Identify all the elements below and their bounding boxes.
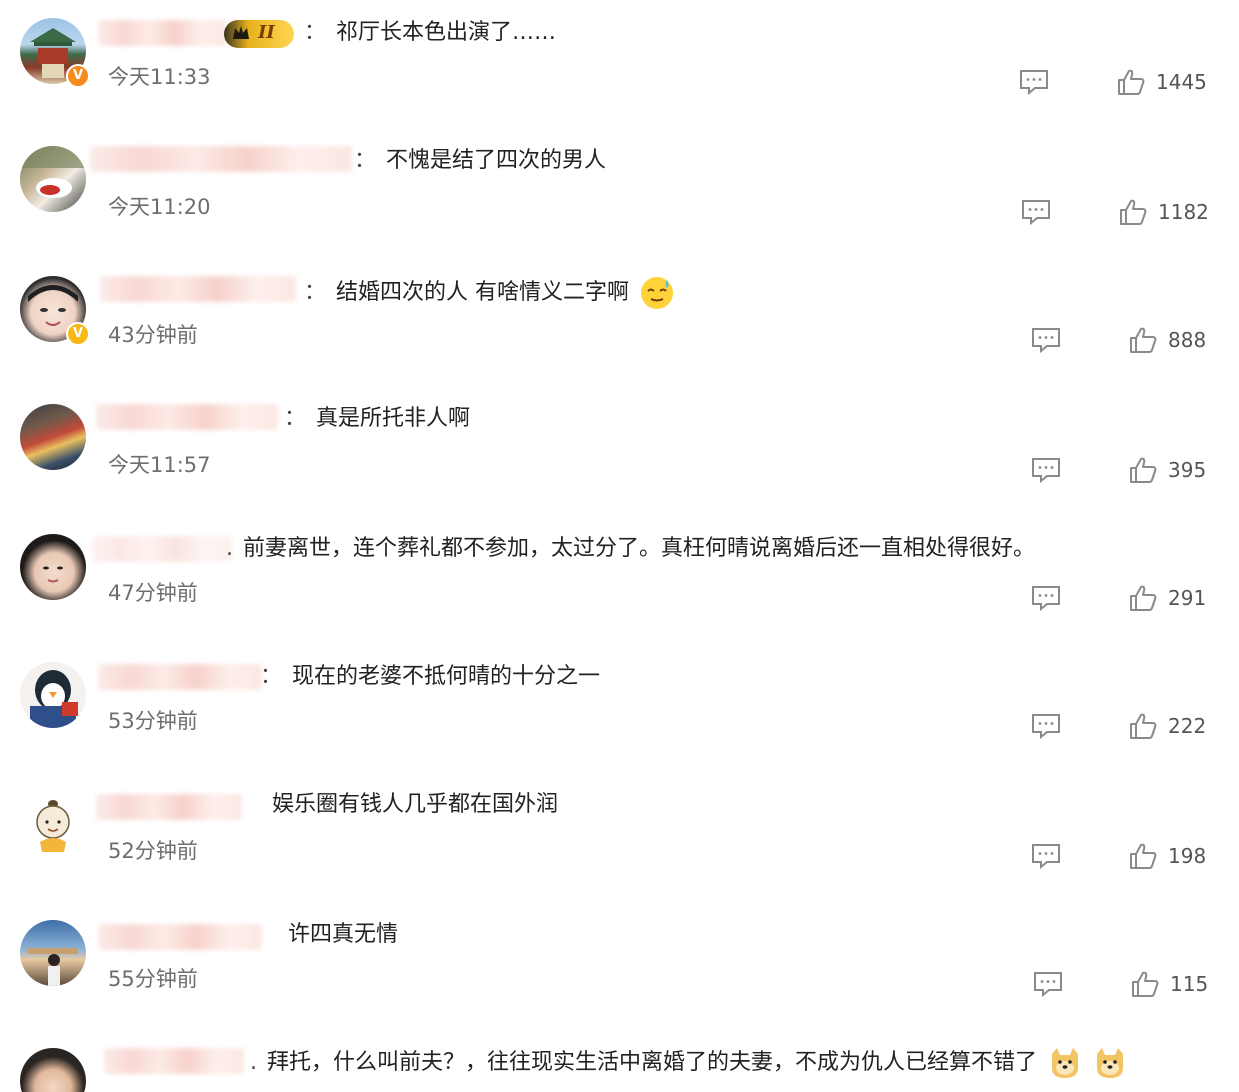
like-button[interactable]: 1445 xyxy=(1116,66,1207,98)
avatar[interactable] xyxy=(20,920,86,986)
comment-item: ：不愧是结了四次的男人 今天11:20 1182 xyxy=(0,128,1239,256)
username-blurred[interactable] xyxy=(98,664,262,690)
avatar[interactable] xyxy=(20,1048,86,1092)
comment-item: 许四真无情 55分钟前 115 xyxy=(0,902,1239,1030)
level-badge-icon: II xyxy=(224,20,294,48)
like-button[interactable]: 395 xyxy=(1128,454,1206,486)
like-button[interactable]: 198 xyxy=(1128,840,1206,872)
doge-emoji-icon xyxy=(1097,1048,1124,1078)
like-button[interactable]: 291 xyxy=(1128,582,1206,614)
avatar[interactable]: V xyxy=(20,276,90,346)
verified-badge-icon: V xyxy=(66,322,90,346)
thumbs-up-icon xyxy=(1130,713,1157,739)
comment-text: 娱乐圈有钱人几乎都在国外润 xyxy=(272,792,559,817)
comment-item: . 前妻离世，连个葬礼都不参加，太过分了。真枉何晴说离婚后还一直相处得很好。 47… xyxy=(0,516,1239,644)
thumbs-up-icon xyxy=(1130,585,1157,611)
like-count: 1445 xyxy=(1156,70,1207,94)
like-count: 888 xyxy=(1168,328,1207,352)
comment-bubble-icon[interactable] xyxy=(1030,326,1062,354)
comment-item: ：真是所托非人啊 今天11:57 395 xyxy=(0,386,1239,514)
username-blurred[interactable] xyxy=(96,404,278,430)
comment-text: ：不愧是结了四次的男人 xyxy=(354,148,607,173)
like-count: 115 xyxy=(1170,972,1209,996)
comment-time: 今天11:33 xyxy=(108,65,211,89)
comment-text: ：结婚四次的人 有啥情义二字啊 xyxy=(300,276,674,310)
verified-badge-icon: V xyxy=(66,64,90,88)
comment-time: 52分钟前 xyxy=(108,839,198,863)
thumbs-up-icon xyxy=(1130,327,1157,353)
avatar[interactable]: V xyxy=(20,18,90,88)
avatar[interactable] xyxy=(20,404,86,470)
comment-bubble-icon[interactable] xyxy=(1030,712,1062,740)
username-blurred[interactable] xyxy=(90,146,352,172)
comment-bubble-icon[interactable] xyxy=(1030,584,1062,612)
thumbs-up-icon xyxy=(1120,199,1147,225)
doge-emoji-icon xyxy=(1052,1048,1079,1078)
like-count: 291 xyxy=(1168,586,1207,610)
thumbs-up-icon xyxy=(1118,69,1145,95)
comment-text: . 前妻离世，连个葬礼都不参加，太过分了。真枉何晴说离婚后还一直相处得很好。 xyxy=(226,536,1036,561)
comment-text: ：祁厅长本色出演了…… xyxy=(304,20,557,45)
comment-time: 53分钟前 xyxy=(108,709,198,733)
username-blurred[interactable] xyxy=(98,924,262,950)
comment-time: 47分钟前 xyxy=(108,581,198,605)
username-blurred[interactable] xyxy=(104,1048,244,1074)
like-button[interactable]: 888 xyxy=(1128,324,1206,356)
avatar[interactable] xyxy=(20,146,86,212)
comment-item: 娱乐圈有钱人几乎都在国外润 52分钟前 198 xyxy=(0,774,1239,902)
comment-text: ：现在的老婆不抵何晴的十分之一 xyxy=(260,664,601,689)
comment-bubble-icon[interactable] xyxy=(1030,456,1062,484)
comment-text: ：真是所托非人啊 xyxy=(284,406,471,431)
comment-text: . 拜托，什么叫前夫？，往往现实生活中离婚了的夫妻，不成为仇人已经算不错了 xyxy=(246,1046,1127,1080)
comment-time: 55分钟前 xyxy=(108,967,198,991)
username-blurred[interactable] xyxy=(100,276,296,302)
like-count: 222 xyxy=(1168,714,1207,738)
username-blurred[interactable] xyxy=(92,536,232,562)
comment-time: 今天11:57 xyxy=(108,453,211,477)
comment-bubble-icon[interactable] xyxy=(1030,842,1062,870)
like-button[interactable]: 222 xyxy=(1128,710,1206,742)
sweat-smile-emoji-icon xyxy=(641,277,674,309)
like-count: 395 xyxy=(1168,458,1207,482)
comment-item: . 拜托，什么叫前夫？，往往现实生活中离婚了的夫妻，不成为仇人已经算不错了 xyxy=(0,1030,1239,1092)
thumbs-up-icon xyxy=(1130,457,1157,483)
like-button[interactable]: 1182 xyxy=(1118,196,1209,228)
like-count: 1182 xyxy=(1158,200,1209,224)
username-blurred[interactable] xyxy=(96,794,242,820)
comment-time: 43分钟前 xyxy=(108,323,198,347)
avatar[interactable] xyxy=(20,662,86,728)
avatar[interactable] xyxy=(20,792,86,858)
comment-bubble-icon[interactable] xyxy=(1018,68,1050,96)
comment-bubble-icon[interactable] xyxy=(1020,198,1052,226)
comment-item: V ：结婚四次的人 有啥情义二字啊 43分钟前 888 xyxy=(0,258,1239,386)
comment-time: 今天11:20 xyxy=(108,195,211,219)
thumbs-up-icon xyxy=(1132,971,1159,997)
comment-bubble-icon[interactable] xyxy=(1032,970,1064,998)
comment-text: 许四真无情 xyxy=(288,922,399,947)
comment-item: ：现在的老婆不抵何晴的十分之一 53分钟前 222 xyxy=(0,644,1239,772)
username-blurred[interactable] xyxy=(98,20,226,46)
avatar[interactable] xyxy=(20,534,86,600)
thumbs-up-icon xyxy=(1130,843,1157,869)
comment-item: V II ：祁厅长本色出演了…… 今天11:33 1445 xyxy=(0,0,1239,128)
like-button[interactable]: 115 xyxy=(1130,968,1208,1000)
like-count: 198 xyxy=(1168,844,1207,868)
